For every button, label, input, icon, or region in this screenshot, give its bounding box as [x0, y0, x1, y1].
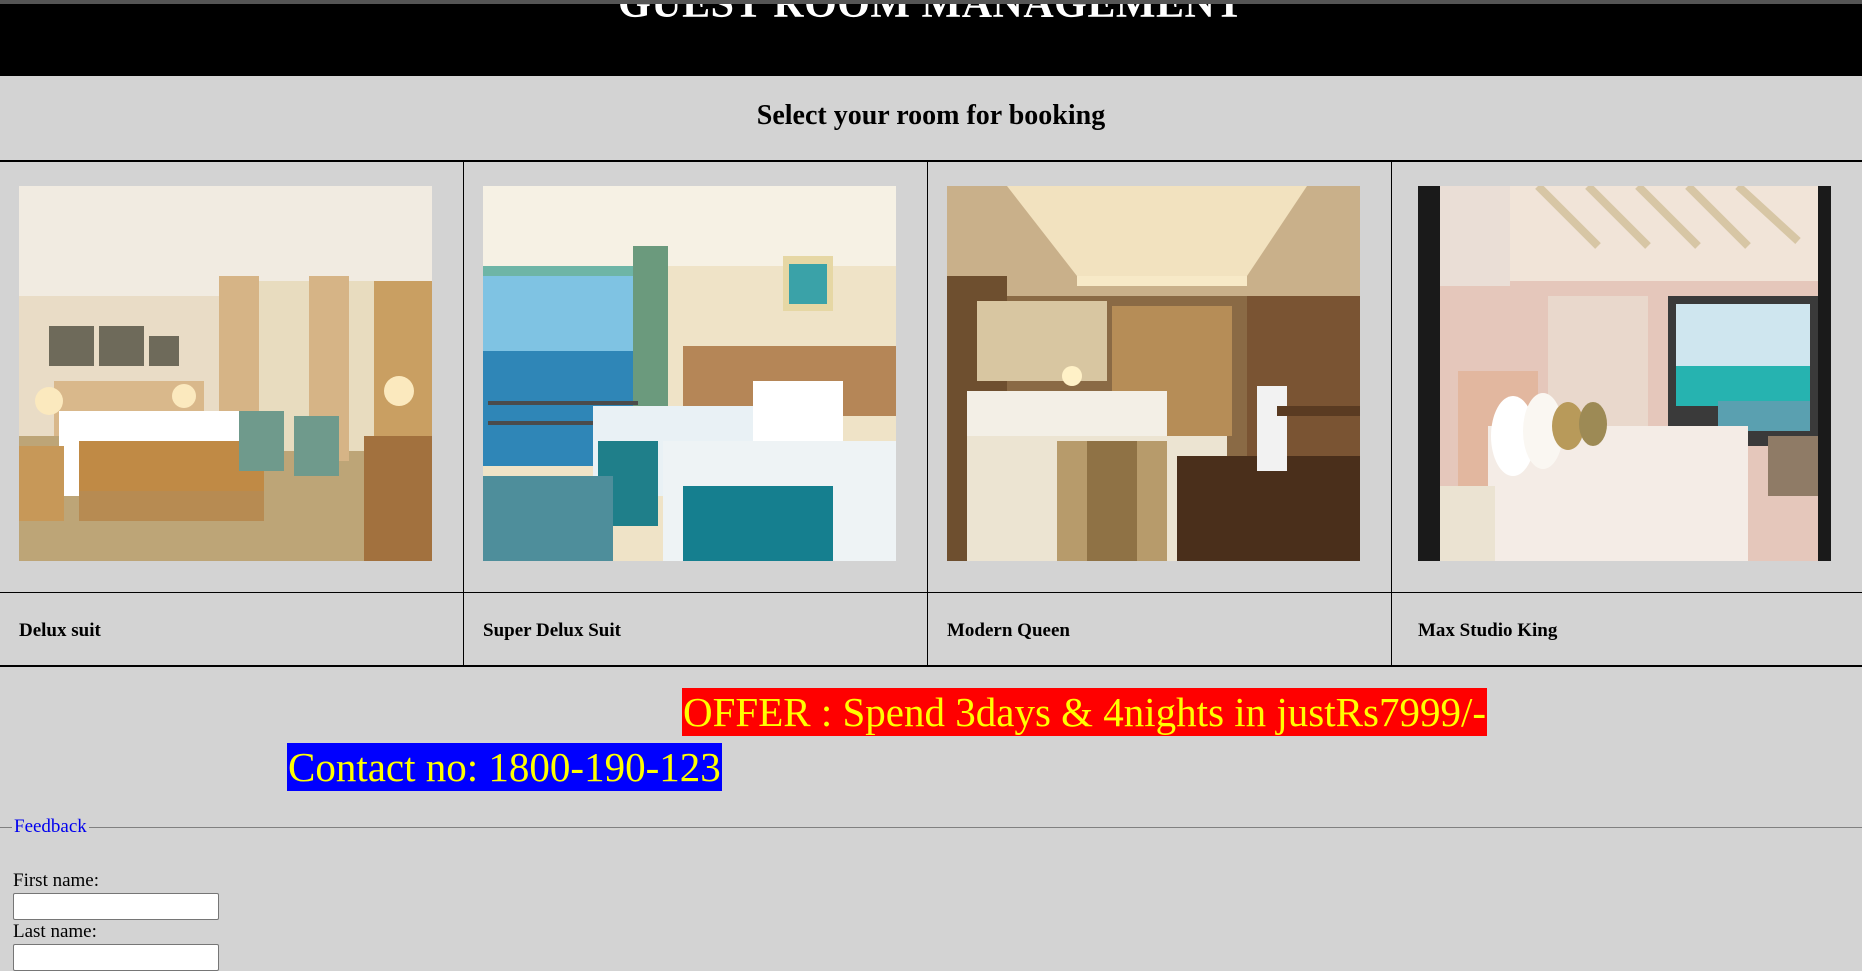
room-photo-delux-suit[interactable]: [19, 186, 432, 561]
room-row-divider: [1392, 592, 1862, 593]
room-photo-max-studio-king[interactable]: [1418, 186, 1831, 561]
page-header: GUEST ROOM MANAGEMENT: [0, 4, 1862, 76]
feedback-legend: Feedback: [12, 816, 89, 838]
last-name-label: Last name:: [13, 921, 97, 942]
room-card-super-delux-suit[interactable]: Super Delux Suit: [464, 162, 928, 665]
room-table: Delux suit Super Delux Suit Modern Queen…: [0, 160, 1862, 667]
booking-subtitle: Select your room for booking: [756, 100, 1106, 131]
room-row-divider: [0, 592, 463, 593]
room-photo-modern-queen[interactable]: [947, 186, 1360, 561]
room-card-modern-queen[interactable]: Modern Queen: [928, 162, 1392, 665]
room-name[interactable]: Delux suit: [19, 620, 101, 642]
room-card-delux-suit[interactable]: Delux suit: [0, 162, 464, 665]
room-name[interactable]: Max Studio King: [1418, 620, 1557, 642]
room-row-divider: [464, 592, 927, 593]
page-title: GUEST ROOM MANAGEMENT: [618, 4, 1244, 27]
room-photo-super-delux-suit[interactable]: [483, 186, 896, 561]
first-name-input[interactable]: [13, 893, 219, 920]
offer-banner: OFFER : Spend 3days & 4nights in justRs7…: [682, 688, 1488, 736]
contact-banner: Contact no: 1800-190-123: [287, 743, 722, 791]
room-card-max-studio-king[interactable]: Max Studio King: [1392, 162, 1862, 665]
first-name-label: First name:: [13, 870, 100, 891]
feedback-fieldset-border: [0, 827, 1862, 828]
room-name[interactable]: Super Delux Suit: [483, 620, 621, 642]
last-name-input[interactable]: [13, 944, 219, 971]
room-name[interactable]: Modern Queen: [947, 620, 1070, 642]
room-row-divider: [928, 592, 1391, 593]
